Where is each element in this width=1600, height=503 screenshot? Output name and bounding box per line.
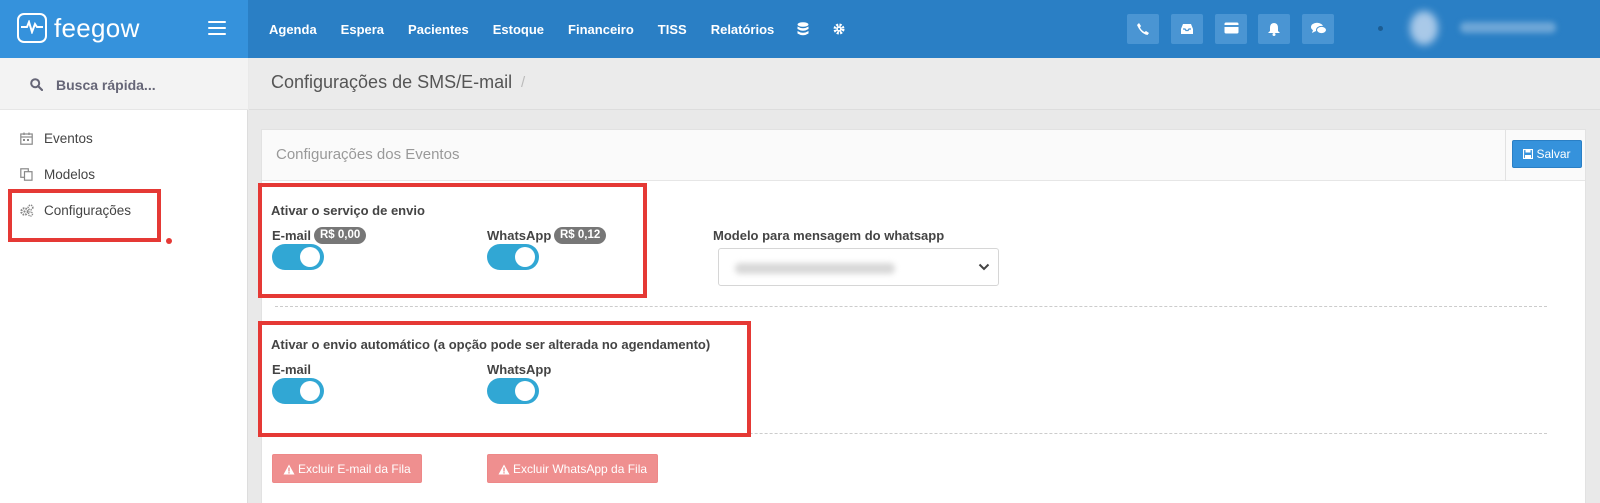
warning-icon (498, 464, 510, 474)
service-whatsapp-toggle[interactable] (487, 244, 539, 270)
menu-toggle-icon[interactable] (208, 21, 226, 35)
notifications-button[interactable] (1258, 14, 1290, 44)
delete-email-label: Excluir E-mail da Fila (298, 461, 411, 476)
service-whatsapp-label: WhatsApp (487, 228, 552, 243)
main-nav: Agenda Espera Pacientes Estoque Financei… (258, 0, 858, 58)
top-navbar: feegow Agenda Espera Pacientes Estoque F… (0, 0, 1600, 58)
user-avatar[interactable] (1410, 11, 1438, 45)
calendar-icon (20, 132, 33, 145)
save-button-label: Salvar (1536, 147, 1571, 161)
page-header: Configurações de SMS/E-mail / (249, 58, 1600, 110)
feegow-logo-icon (17, 13, 47, 43)
brand-area: feegow (0, 0, 248, 58)
database-icon[interactable] (797, 22, 811, 36)
sidebar-item-label: Modelos (44, 167, 96, 182)
cogs-icon (20, 204, 34, 217)
sidebar-item-configuracoes[interactable]: Configurações (0, 194, 248, 228)
search-placeholder: Busca rápida... (56, 77, 156, 93)
nav-estoque[interactable]: Estoque (493, 22, 544, 37)
breadcrumb-separator: / (521, 74, 526, 91)
panel-title: Configurações dos Eventos (276, 146, 460, 163)
logo-text: feegow (54, 13, 140, 43)
sidebar-item-label: Eventos (44, 131, 93, 146)
user-name-blurred[interactable] (1460, 22, 1556, 33)
section-divider (275, 433, 1547, 434)
service-email-toggle[interactable] (272, 244, 324, 270)
save-icon (1523, 148, 1534, 160)
nav-relatorios[interactable]: Relatórios (711, 22, 775, 37)
card-button[interactable] (1215, 14, 1247, 44)
nav-agenda[interactable]: Agenda (269, 22, 317, 37)
panel-header: Configurações dos Eventos Salvar (262, 130, 1585, 181)
nav-pacientes[interactable]: Pacientes (408, 22, 469, 37)
nav-financeiro[interactable]: Financeiro (568, 22, 634, 37)
bell-icon (1268, 23, 1280, 36)
credit-card-icon (1224, 22, 1239, 34)
inbox-icon (1181, 24, 1193, 34)
gear-icon[interactable] (833, 22, 847, 36)
auto-whatsapp-label: WhatsApp (487, 362, 552, 377)
auto-whatsapp-toggle[interactable] (487, 378, 539, 404)
whatsapp-model-label: Modelo para mensagem do whatsapp (713, 228, 945, 243)
nav-tiss[interactable]: TISS (658, 22, 687, 37)
panel-header-divider (1505, 130, 1506, 181)
save-button[interactable]: Salvar (1512, 140, 1582, 168)
phone-button[interactable] (1127, 14, 1159, 44)
inbox-button[interactable] (1171, 14, 1203, 44)
email-price-badge: R$ 0,00 (314, 227, 367, 244)
events-settings-panel: Configurações dos Eventos Salvar Ativar … (261, 129, 1586, 503)
status-dot (1378, 26, 1383, 31)
section-divider (275, 306, 1547, 307)
comments-icon (1311, 22, 1327, 35)
service-email-label: E-mail (272, 228, 312, 243)
sidebar: Busca rápida... Eventos Modelos Configur… (0, 58, 248, 503)
whatsapp-model-value-blurred (735, 263, 895, 274)
auto-heading: Ativar o envio automático (a opção pode … (271, 337, 711, 352)
phone-icon (1137, 23, 1149, 35)
delete-whatsapp-queue-button[interactable]: Excluir WhatsApp da Fila (487, 454, 659, 483)
nav-espera[interactable]: Espera (341, 22, 384, 37)
chat-button[interactable] (1302, 14, 1334, 44)
auto-email-toggle[interactable] (272, 378, 324, 404)
search-icon (30, 78, 43, 91)
sidebar-item-label: Configurações (44, 203, 132, 218)
delete-email-queue-button[interactable]: Excluir E-mail da Fila (272, 454, 422, 483)
copy-icon (20, 168, 33, 181)
quick-search[interactable]: Busca rápida... (0, 58, 248, 110)
service-heading: Ativar o serviço de envio (271, 203, 425, 218)
whatsapp-model-select[interactable] (718, 248, 999, 286)
sidebar-item-eventos[interactable]: Eventos (0, 122, 248, 156)
delete-whatsapp-label: Excluir WhatsApp da Fila (513, 461, 648, 476)
warning-icon (283, 464, 295, 474)
auto-email-label: E-mail (272, 362, 312, 377)
highlight-dot (166, 238, 172, 244)
page-title: Configurações de SMS/E-mail (271, 72, 513, 92)
sidebar-item-modelos[interactable]: Modelos (0, 158, 248, 192)
whatsapp-price-badge: R$ 0,12 (554, 227, 607, 244)
chevron-down-icon (978, 263, 990, 271)
